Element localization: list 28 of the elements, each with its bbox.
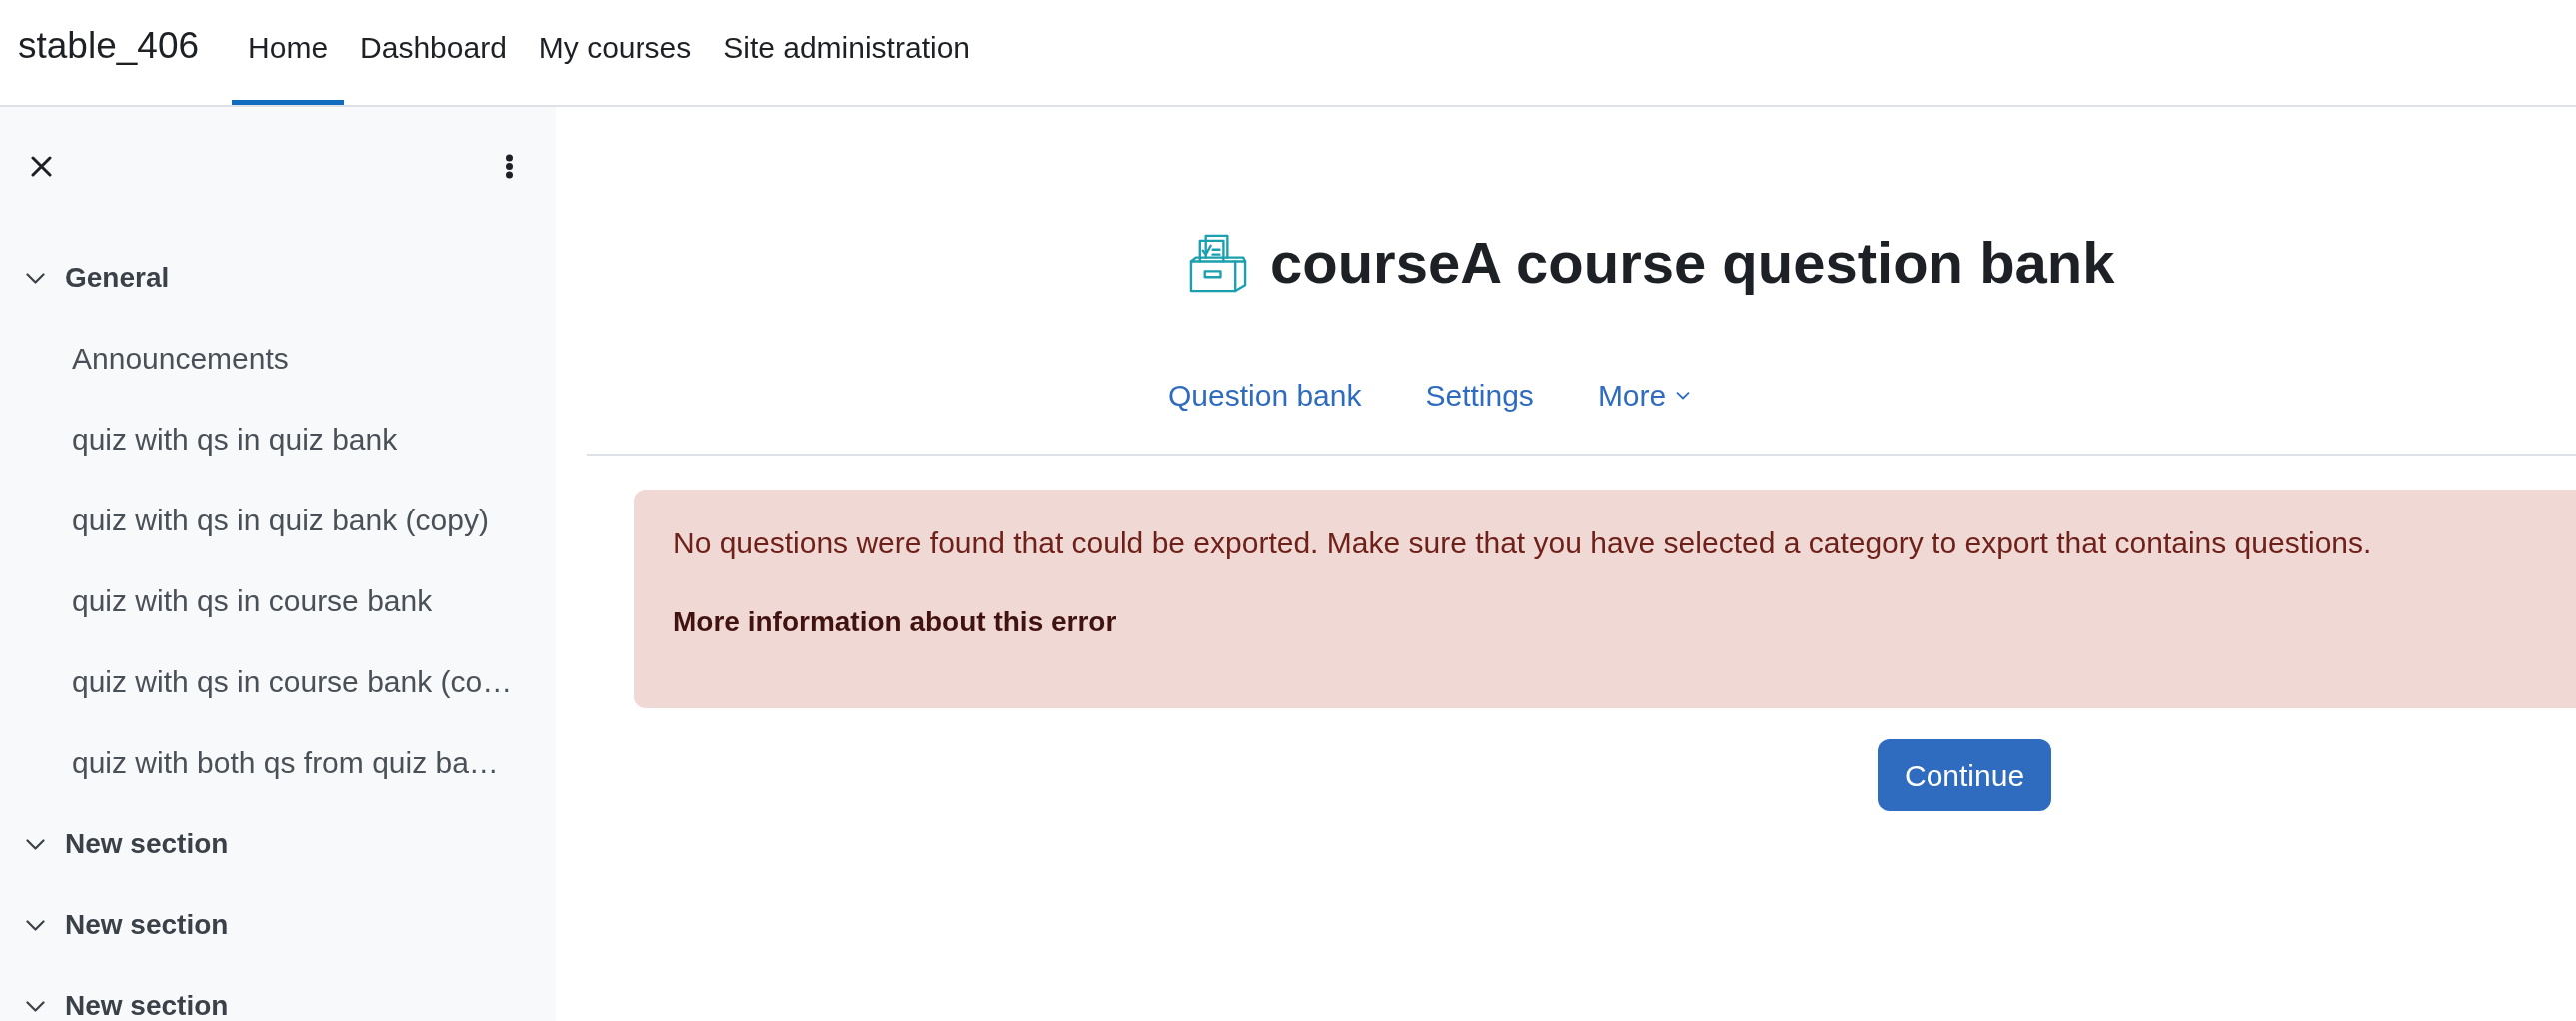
chevron-down-icon[interactable] — [26, 919, 45, 931]
nav-link[interactable]: My courses — [522, 0, 708, 105]
nav-link[interactable]: Dashboard — [344, 0, 523, 105]
section-toggle[interactable]: New section — [0, 911, 556, 939]
course-index-link[interactable]: quiz with qs in quiz bank — [0, 426, 398, 454]
caret-down-icon[interactable] — [1676, 391, 1691, 400]
more-info-link[interactable]: More information about this error — [673, 604, 1117, 640]
secondary-nav-link[interactable]: More — [1565, 359, 1723, 454]
kebab-menu-icon[interactable] — [505, 153, 514, 179]
chevron-down-icon[interactable] — [26, 272, 45, 284]
course-index-link[interactable]: quiz with qs in course bank (co… — [0, 668, 513, 696]
page-title: courseA course question bank — [1270, 231, 2115, 295]
chevron-down-icon[interactable] — [26, 838, 45, 850]
course-index-link[interactable]: quiz with qs in course bank — [0, 587, 433, 615]
secondary-nav-link[interactable]: Settings — [1393, 359, 1566, 454]
alert-message: No questions were found that could be exported. Make sure that you have selected a category to export that contains questions. — [673, 525, 2372, 561]
continue-button[interactable]: Continue — [1878, 739, 2052, 811]
chevron-down-icon[interactable] — [26, 1000, 45, 1012]
course-index-link[interactable]: quiz with qs in quiz bank (copy) — [0, 507, 489, 534]
secondary-nav-link[interactable]: Question bank — [1136, 359, 1394, 454]
course-index-link[interactable]: Announcements — [0, 345, 289, 373]
site-name[interactable]: stable_406 — [0, 0, 233, 105]
course-index-link[interactable]: quiz with both qs from quiz ba… — [0, 749, 499, 777]
close-icon[interactable] — [31, 155, 52, 177]
section-toggle[interactable]: General — [0, 264, 556, 292]
section-toggle[interactable]: New section — [0, 830, 556, 858]
nav-link[interactable]: Site administration — [707, 0, 986, 105]
section-toggle[interactable]: New section — [0, 992, 556, 1020]
